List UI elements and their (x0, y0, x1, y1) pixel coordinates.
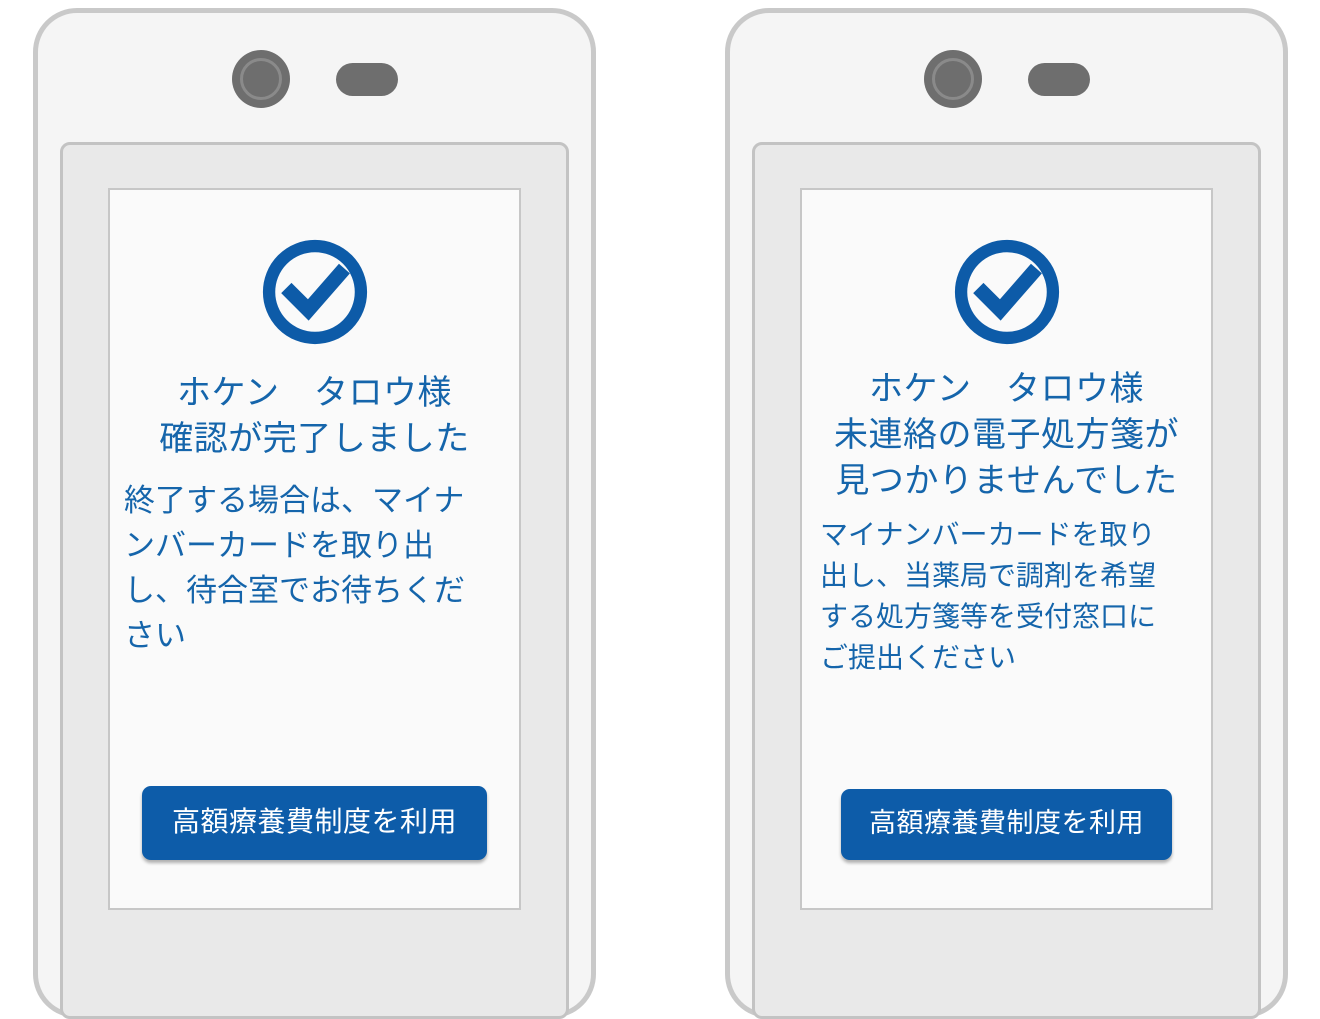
button-row: 高額療養費制度を利用 (802, 789, 1211, 860)
check-circle-icon (954, 239, 1059, 345)
terminal-screens-stage: ホケン タロウ様 確認が完了しました 終了する場合は、マイナ ンバーカードを取り… (0, 0, 1320, 1019)
message-card: ホケン タロウ様 未連絡の電子処方箋が 見つかりませんでした マイナンバーカード… (800, 188, 1213, 910)
high-cost-medical-benefit-button[interactable]: 高額療養費制度を利用 (841, 789, 1172, 860)
device-sensor-bar (730, 49, 1283, 109)
high-cost-medical-benefit-button[interactable]: 高額療養費制度を利用 (141, 786, 487, 860)
camera-lens-icon (231, 50, 290, 108)
button-row: 高額療養費制度を利用 (110, 786, 519, 860)
speaker-slot-icon (1027, 62, 1090, 96)
device-sensor-bar (38, 49, 591, 109)
device-screen: ホケン タロウ様 未連絡の電子処方箋が 見つかりませんでした マイナンバーカード… (752, 142, 1261, 1019)
message-card: ホケン タロウ様 確認が完了しました 終了する場合は、マイナ ンバーカードを取り… (108, 188, 521, 910)
page-title: ホケン タロウ様 確認が完了しました (159, 374, 470, 458)
confirmation-complete-terminal: ホケン タロウ様 確認が完了しました 終了する場合は、マイナ ンバーカードを取り… (33, 8, 596, 1019)
instruction-text: マイナンバーカードを取り 出し、当薬局で調剤を希望 する処方箋等を受付窓口に ご… (820, 519, 1157, 673)
no-prescription-found-terminal: ホケン タロウ様 未連絡の電子処方箋が 見つかりませんでした マイナンバーカード… (725, 8, 1288, 1019)
page-title: ホケン タロウ様 未連絡の電子処方箋が 見つかりませんでした (834, 370, 1179, 500)
instruction-text: 終了する場合は、マイナ ンバーカードを取り出 し、待合室でお待ちくだ さい (124, 483, 465, 653)
camera-lens-icon (923, 50, 982, 108)
check-circle-icon (262, 239, 367, 345)
speaker-slot-icon (335, 62, 398, 96)
device-screen: ホケン タロウ様 確認が完了しました 終了する場合は、マイナ ンバーカードを取り… (60, 142, 569, 1019)
